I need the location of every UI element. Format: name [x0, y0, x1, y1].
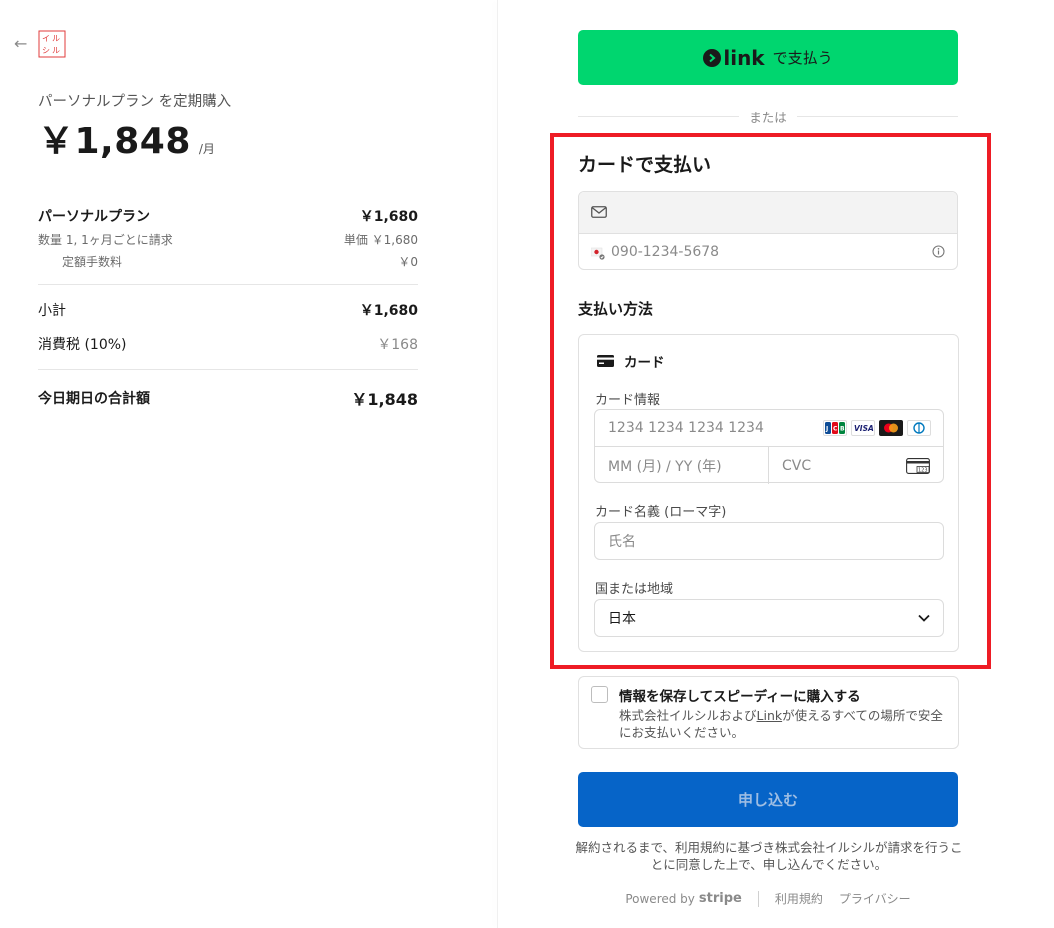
divider — [38, 284, 418, 285]
item-name: パーソナルプラン — [38, 209, 150, 225]
terms-link[interactable]: 利用規約 — [775, 890, 823, 907]
phone-input[interactable]: 090-1234-5678 — [611, 244, 932, 260]
card-name-input[interactable]: 氏名 — [594, 522, 944, 560]
divider — [578, 116, 740, 117]
expiry-input[interactable]: MM (月) / YY (年) — [595, 447, 769, 484]
stripe-logo: stripe — [698, 891, 742, 906]
save-info-title: 情報を保存してスピーディーに購入する — [619, 689, 861, 705]
card-method-panel: カード カード情報 1234 1234 1234 1234 JCB VISA M… — [578, 334, 959, 652]
mastercard-icon — [879, 420, 903, 436]
or-separator: または — [578, 107, 959, 126]
back-arrow-icon[interactable]: ← — [14, 34, 34, 54]
card-name-label: カード名義 (ローマ字) — [595, 505, 727, 520]
save-info-description: 株式会社イルシルおよびLinkが使えるすべての場所で安全にお支払いください。 — [619, 707, 949, 741]
total-label: 今日期日の合計額 — [38, 391, 150, 407]
plan-title: パーソナルプラン を定期購入 — [38, 94, 232, 110]
link-brand: link — [723, 45, 765, 70]
subtotal-row: 小計 ￥1,680 — [38, 300, 418, 320]
price-period: /月 — [198, 142, 215, 156]
powered-by[interactable]: Powered by stripe — [625, 891, 742, 906]
cvc-icon: 123 — [906, 458, 930, 478]
subtotal-amount: ￥1,680 — [359, 303, 418, 319]
chevron-down-icon — [918, 610, 930, 626]
item-unit-price: 単価 ￥1,680 — [343, 233, 418, 247]
email-field[interactable] — [579, 192, 957, 234]
tax-amount: ￥168 — [377, 337, 418, 353]
divider — [796, 116, 959, 117]
mail-icon — [591, 203, 607, 222]
subtotal-label: 小計 — [38, 303, 66, 319]
svg-text:J: J — [825, 426, 828, 433]
fee-row: 定額手数料 ￥0 — [38, 253, 418, 270]
jcb-icon: JCB — [823, 420, 847, 436]
footer: Powered by stripe 利用規約 プライバシー — [578, 890, 958, 907]
country-value: 日本 — [608, 611, 636, 627]
link-icon — [703, 48, 722, 67]
total-amount: ￥1,848 — [351, 390, 418, 409]
item-detail: 数量 1, 1ヶ月ごとに請求 単価 ￥1,680 — [38, 231, 418, 248]
payment-method-title: 支払い方法 — [578, 300, 654, 318]
diners-icon — [907, 420, 931, 436]
terms-text: 解約されるまで、利用規約に基づき株式会社イルシルが請求を行うことに同意した上で、… — [575, 840, 963, 872]
card-info-label: カード情報 — [595, 393, 661, 408]
country-select[interactable]: 日本 — [594, 599, 944, 637]
submit-button[interactable]: 申し込む — [578, 772, 958, 827]
price: ￥1,848 — [38, 121, 191, 162]
save-desc-pre: 株式会社イルシルおよび — [619, 708, 757, 723]
save-info-checkbox[interactable] — [591, 686, 608, 703]
or-label: または — [749, 110, 787, 125]
svg-text:ル: ル — [52, 34, 60, 43]
country-label: 国または地域 — [595, 582, 674, 597]
card-method-tab[interactable]: カード — [597, 351, 665, 371]
svg-text:ル: ル — [52, 46, 60, 55]
link-pay-label: で支払う — [772, 49, 833, 67]
cvc-input[interactable]: CVC 123 — [769, 447, 944, 484]
brand-logo-icon: イ ル シ ル — [38, 30, 66, 58]
link-logo: link — [703, 45, 765, 70]
svg-text:シ: シ — [42, 46, 50, 55]
japan-flag-icon — [590, 245, 605, 260]
tax-row: 消費税 (10%) ￥168 — [38, 334, 418, 354]
card-number-placeholder: 1234 1234 1234 1234 — [608, 420, 764, 436]
divider — [38, 369, 418, 370]
save-info-panel: 情報を保存してスピーディーに購入する 株式会社イルシルおよびLinkが使えるすべ… — [578, 676, 959, 749]
line-item: パーソナルプラン ￥1,680 — [38, 206, 418, 226]
svg-text:VISA: VISA — [854, 424, 874, 433]
item-qty: 数量 1, 1ヶ月ごとに請求 — [38, 233, 173, 247]
phone-field[interactable]: 090-1234-5678 — [579, 234, 957, 269]
tax-label: 消費税 (10%) — [38, 337, 127, 353]
fee-label: 定額手数料 — [62, 255, 123, 269]
card-brands: JCB VISA — [823, 420, 931, 436]
card-section-title: カードで支払い — [578, 154, 712, 176]
footer-divider — [757, 890, 759, 907]
contact-fields: 090-1234-5678 — [578, 191, 958, 270]
link-pay-button[interactable]: link で支払う — [578, 30, 958, 85]
line-items: パーソナルプラン ￥1,680 数量 1, 1ヶ月ごとに請求 単価 ￥1,680… — [38, 206, 418, 270]
fee-amount: ￥0 — [398, 255, 418, 269]
privacy-link[interactable]: プライバシー — [839, 890, 911, 907]
price-display: ￥1,848 /月 — [38, 112, 215, 164]
card-input-group: 1234 1234 1234 1234 JCB VISA MM (月) / YY… — [594, 409, 944, 484]
svg-text:イ: イ — [42, 34, 50, 43]
svg-text:B: B — [840, 426, 845, 433]
link-info-link[interactable]: Link — [757, 708, 783, 723]
powered-by-label: Powered by — [625, 891, 695, 906]
cvc-placeholder: CVC — [782, 457, 812, 474]
item-amount: ￥1,680 — [359, 209, 418, 225]
card-number-input[interactable]: 1234 1234 1234 1234 JCB VISA — [595, 410, 943, 447]
info-icon[interactable] — [932, 243, 945, 262]
card-icon — [597, 355, 614, 367]
order-summary: ← イ ル シ ル パーソナルプラン を定期購入 ￥1,848 /月 パーソナル… — [0, 0, 497, 928]
card-method-label: カード — [624, 355, 665, 371]
svg-text:123: 123 — [918, 468, 928, 474]
payment-form: link で支払う または カードで支払い 090-1234-5678 支払い方… — [498, 0, 1054, 928]
total-row: 今日期日の合計額 ￥1,848 — [38, 386, 418, 410]
visa-icon: VISA — [851, 420, 875, 436]
svg-text:C: C — [833, 426, 838, 433]
